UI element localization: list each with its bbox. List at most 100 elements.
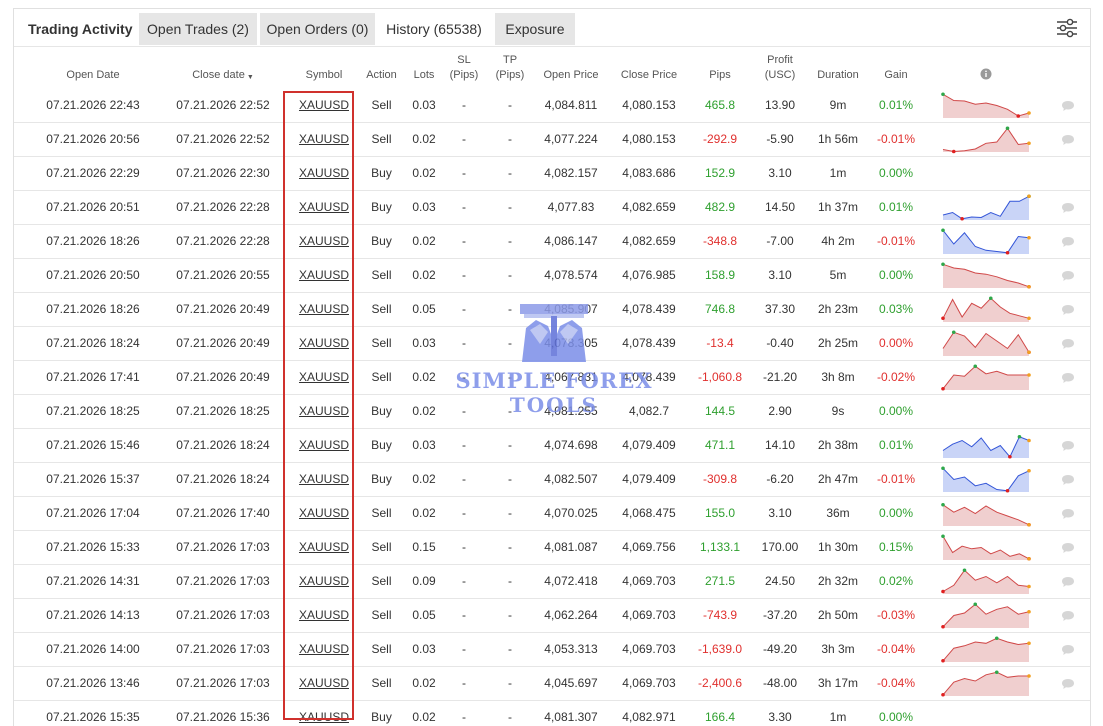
col-tp-line2: (Pips) [495,69,525,81]
tab-history[interactable]: History (65538) [378,13,490,45]
comment-icon[interactable] [1061,338,1075,350]
symbol-link[interactable]: XAUUSD [299,506,349,520]
table-row[interactable]: 07.21.2026 13:46 07.21.2026 17:03 XAUUSD Se… [14,667,1090,701]
table-row[interactable]: 07.21.2026 22:29 07.21.2026 22:30 XAUUSD Bu… [14,157,1090,191]
col-open-price[interactable]: Open Price [532,68,610,83]
symbol-link[interactable]: XAUUSD [299,370,349,384]
comment-icon[interactable] [1061,508,1075,520]
comment-icon[interactable] [1061,610,1075,622]
col-action[interactable]: Action [359,68,404,83]
sparkline-min-dot [941,624,945,629]
comment-icon[interactable] [1061,134,1075,146]
comment-icon[interactable] [1061,372,1075,384]
comment-icon[interactable] [1061,304,1075,316]
cell-close-date: 07.21.2026 20:49 [176,370,270,384]
symbol-link[interactable]: XAUUSD [299,166,349,180]
col-lots[interactable]: Lots [404,68,444,83]
table-row[interactable]: 07.21.2026 18:24 07.21.2026 20:49 XAUUSD Se… [14,327,1090,361]
comment-icon[interactable] [1061,576,1075,588]
cell-open-price: 4,082.157 [544,166,598,180]
table-row[interactable]: 07.21.2026 20:50 07.21.2026 20:55 XAUUSD Se… [14,259,1090,293]
cell-lots: 0.05 [412,302,436,316]
cell-sl: - [462,540,466,554]
symbol-link[interactable]: XAUUSD [299,200,349,214]
table-row[interactable]: 07.21.2026 17:41 07.21.2026 20:49 XAUUSD Se… [14,361,1090,395]
table-row[interactable]: 07.21.2026 15:33 07.21.2026 17:03 XAUUSD Se… [14,531,1090,565]
tab-open-trades[interactable]: Open Trades (2) [139,13,257,45]
cell-open-date: 07.21.2026 20:56 [46,132,140,146]
sparkline-chart [941,92,1031,118]
comment-icon[interactable] [1061,474,1075,486]
info-icon[interactable] [980,68,992,80]
sparkline-min-dot [941,658,945,663]
tab-open-orders[interactable]: Open Orders (0) [260,13,375,45]
cell-symbol: XAUUSD [294,429,354,462]
cell-duration: 1h 56m [817,132,859,146]
symbol-link[interactable]: XAUUSD [299,540,349,554]
settings-sliders-icon[interactable] [1056,17,1078,39]
symbol-link[interactable]: XAUUSD [299,438,349,452]
cell-close-price: 4,080.153 [622,98,676,112]
col-sl[interactable]: SL (Pips) [444,53,484,83]
cell-symbol: XAUUSD [294,565,354,598]
cell-open-price: 4,045.697 [544,676,598,690]
symbol-link[interactable]: XAUUSD [299,710,349,724]
sparkline-min-dot [960,216,964,221]
col-pips[interactable]: Pips [690,68,750,83]
col-profit-line2: (USC) [764,69,796,81]
col-gain[interactable]: Gain [867,68,925,83]
comment-icon[interactable] [1061,440,1075,452]
symbol-link[interactable]: XAUUSD [299,608,349,622]
symbol-link[interactable]: XAUUSD [299,336,349,350]
symbol-link[interactable]: XAUUSD [299,132,349,146]
col-close-date[interactable]: Close date ▼ [164,68,282,83]
col-duration[interactable]: Duration [809,68,867,83]
symbol-link[interactable]: XAUUSD [299,404,349,418]
cell-symbol: XAUUSD [294,225,354,258]
table-row[interactable]: 07.21.2026 22:43 07.21.2026 22:52 XAUUSD Se… [14,89,1090,123]
comment-icon[interactable] [1061,542,1075,554]
cell-duration: 4h 2m [821,234,855,248]
cell-profit: -6.20 [766,472,794,486]
sparkline-min-dot [941,692,945,697]
comment-icon[interactable] [1061,236,1075,248]
comment-icon[interactable] [1061,100,1075,112]
col-open-date[interactable]: Open Date [39,68,147,83]
col-close-price[interactable]: Close Price [610,68,688,83]
table-row[interactable]: 07.21.2026 15:46 07.21.2026 18:24 XAUUSD Bu… [14,429,1090,463]
cell-open-price: 4,070.025 [544,506,598,520]
table-row[interactable]: 07.21.2026 18:25 07.21.2026 18:25 XAUUSD Bu… [14,395,1090,429]
comment-icon[interactable] [1061,644,1075,656]
symbol-link[interactable]: XAUUSD [299,642,349,656]
table-row[interactable]: 07.21.2026 20:56 07.21.2026 22:52 XAUUSD Se… [14,123,1090,157]
symbol-link[interactable]: XAUUSD [299,98,349,112]
cell-tp: - [508,608,512,622]
tab-exposure[interactable]: Exposure [495,13,575,45]
table-row[interactable]: 07.21.2026 14:31 07.21.2026 17:03 XAUUSD Se… [14,565,1090,599]
table-row[interactable]: 07.21.2026 14:00 07.21.2026 17:03 XAUUSD Se… [14,633,1090,667]
symbol-link[interactable]: XAUUSD [299,574,349,588]
symbol-link[interactable]: XAUUSD [299,302,349,316]
symbol-link[interactable]: XAUUSD [299,676,349,690]
symbol-link[interactable]: XAUUSD [299,268,349,282]
table-row[interactable]: 07.21.2026 18:26 07.21.2026 22:28 XAUUSD Bu… [14,225,1090,259]
table-row[interactable]: 07.21.2026 18:26 07.21.2026 20:49 XAUUSD Se… [14,293,1090,327]
table-row[interactable]: 07.21.2026 15:37 07.21.2026 18:24 XAUUSD Bu… [14,463,1090,497]
cell-open-date: 07.21.2026 15:33 [46,540,140,554]
sparkline-last-dot [1027,284,1031,289]
col-symbol[interactable]: Symbol [294,68,354,83]
cell-profit: 14.10 [764,438,796,452]
table-row[interactable]: 07.21.2026 14:13 07.21.2026 17:03 XAUUSD Se… [14,599,1090,633]
col-tp[interactable]: TP (Pips) [489,53,531,83]
symbol-link[interactable]: XAUUSD [299,472,349,486]
comment-icon[interactable] [1061,270,1075,282]
sparkline-chart [941,602,1031,629]
symbol-link[interactable]: XAUUSD [299,234,349,248]
table-row[interactable]: 07.21.2026 17:04 07.21.2026 17:40 XAUUSD Se… [14,497,1090,531]
comment-icon[interactable] [1061,202,1075,214]
table-row[interactable]: 07.21.2026 20:51 07.21.2026 22:28 XAUUSD Bu… [14,191,1090,225]
comment-icon[interactable] [1061,678,1075,690]
table-row[interactable]: 07.21.2026 15:35 07.21.2026 15:36 XAUUSD Bu… [14,701,1090,726]
col-profit[interactable]: Profit (USC) [751,53,809,83]
sparkline-area [943,332,1029,356]
